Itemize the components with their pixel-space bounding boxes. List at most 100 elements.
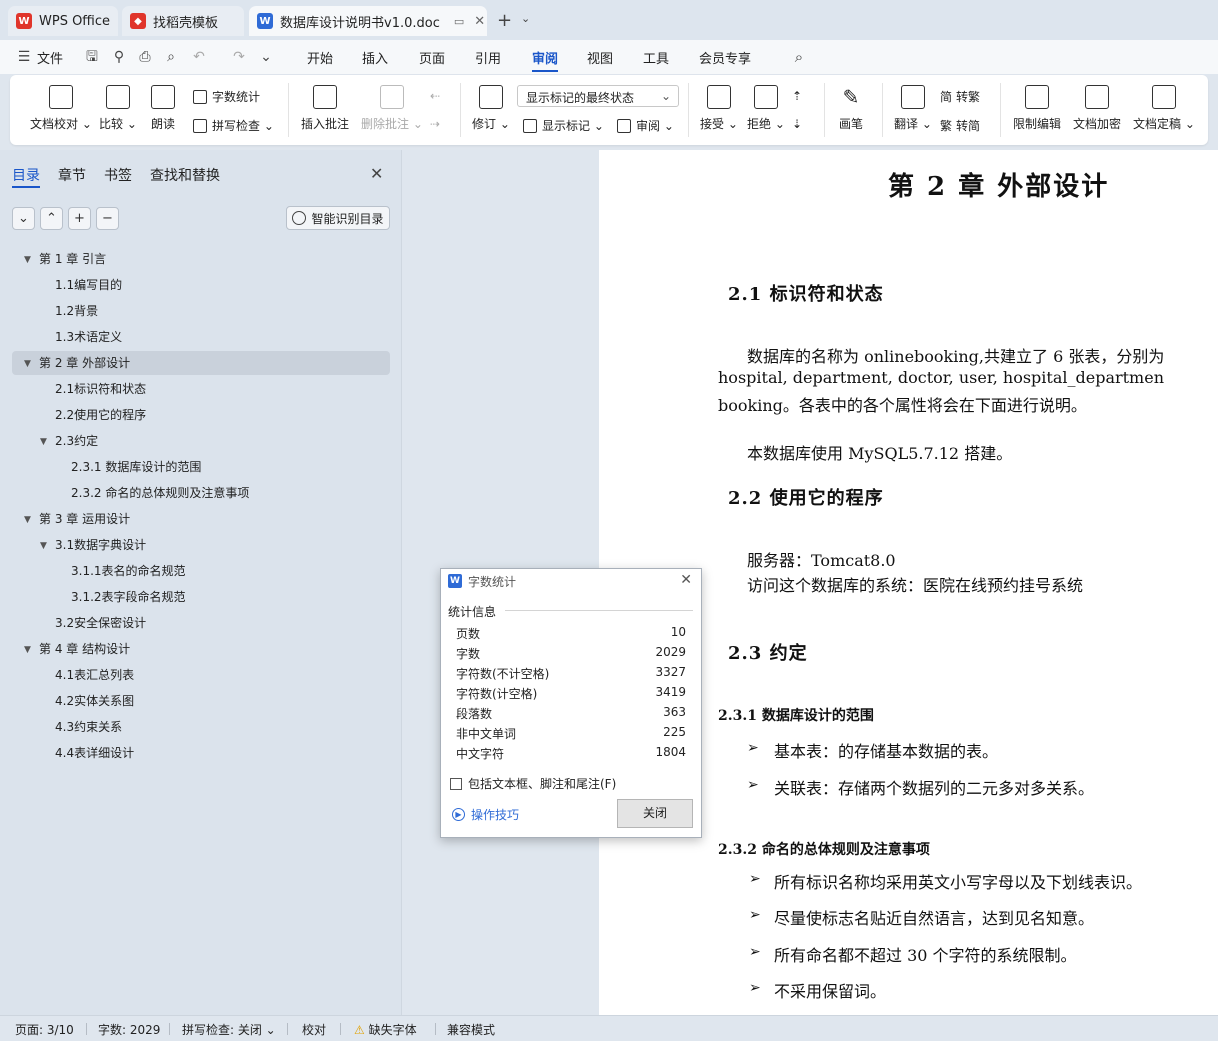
- chevron-down-icon[interactable]: ⌄: [521, 12, 530, 25]
- menu-review[interactable]: 审阅: [532, 48, 558, 67]
- search-icon[interactable]: ⌕: [791, 49, 807, 65]
- markup-state-select[interactable]: 显示标记的最终状态 ⌄: [517, 85, 679, 107]
- nav-tab-bookmarks[interactable]: 书签: [104, 165, 132, 185]
- next-revision-icon[interactable]: ⇣: [792, 117, 802, 131]
- toc-item[interactable]: 3.1数据字典设计: [55, 534, 146, 556]
- toc-item[interactable]: 1.2背景: [55, 300, 98, 322]
- review-pane-button[interactable]: 审阅 ⌄: [617, 117, 674, 134]
- undo-icon[interactable]: ↶: [191, 49, 207, 65]
- toc-item[interactable]: 3.2安全保密设计: [55, 612, 146, 634]
- revise-button[interactable]: 修订 ⌄: [472, 85, 510, 132]
- menu-insert[interactable]: 插入: [362, 48, 388, 67]
- translate-button[interactable]: 翻译 ⌄: [894, 85, 932, 132]
- dialog-title-bar[interactable]: W 字数统计: [441, 569, 701, 593]
- revise-icon: [478, 85, 503, 109]
- smart-toc-button[interactable]: 智能识别目录: [286, 206, 390, 230]
- page-indicator[interactable]: 页面: 3/10: [15, 1021, 74, 1038]
- expand-arrow-icon[interactable]: ▼: [24, 359, 31, 369]
- tab-document[interactable]: W 数据库设计说明书v1.0.doc ▭ ✕: [249, 6, 487, 36]
- toc-item[interactable]: 4.2实体关系图: [55, 690, 134, 712]
- toc-item[interactable]: 2.1标识符和状态: [55, 378, 146, 400]
- menu-page[interactable]: 页面: [419, 48, 445, 67]
- chevron-down-icon[interactable]: ⌄: [258, 49, 274, 65]
- doc-proofread-button[interactable]: 文档校对 ⌄: [30, 85, 92, 132]
- stat-label: 中文字符: [456, 747, 505, 761]
- toc-item[interactable]: 4.1表汇总列表: [55, 664, 134, 686]
- compare-button[interactable]: 比较 ⌄: [99, 85, 137, 132]
- nav-tab-sections[interactable]: 章节: [58, 165, 86, 185]
- toc-item[interactable]: 2.2使用它的程序: [55, 404, 146, 426]
- insert-comment-label: 插入批注: [301, 117, 350, 131]
- nav-tab-toc[interactable]: 目录: [12, 165, 40, 185]
- proofread-status[interactable]: 校对: [302, 1021, 326, 1038]
- prev-comment-icon[interactable]: ⇠: [430, 89, 440, 103]
- toc-item[interactable]: 4.4表详细设计: [55, 742, 134, 764]
- toc-item[interactable]: 3.1.2表字段命名规范: [71, 586, 186, 608]
- pen-button[interactable]: ✎ 画笔: [839, 85, 863, 132]
- menu-home[interactable]: 开始: [307, 48, 333, 67]
- print-icon[interactable]: ⎙: [137, 49, 153, 65]
- toc-item[interactable]: 1.3术语定义: [55, 326, 122, 348]
- toc-item[interactable]: 3.1.1表名的命名规范: [71, 560, 186, 582]
- translate-label: 翻译: [894, 117, 919, 131]
- menu-member[interactable]: 会员专享: [699, 48, 751, 67]
- close-icon[interactable]: ✕: [370, 164, 383, 183]
- tab-wps-office[interactable]: W WPS Office: [8, 6, 118, 36]
- toc-item[interactable]: 2.3约定: [55, 430, 98, 452]
- paragraph-line: booking。各表中的各个属性将会在下面进行说明。: [718, 396, 1087, 415]
- save-icon[interactable]: 🖫: [84, 49, 100, 65]
- toc-item[interactable]: 2.3.2 命名的总体规则及注意事项: [71, 482, 249, 504]
- expand-arrow-icon[interactable]: ▼: [24, 515, 31, 525]
- restrict-edit-button[interactable]: 限制编辑: [1013, 85, 1061, 132]
- word-count-button[interactable]: 字数统计: [193, 88, 260, 105]
- toc-item[interactable]: 第 1 章 引言: [39, 248, 106, 270]
- expand-arrow-icon[interactable]: ▼: [24, 645, 31, 655]
- include-textbox-checkbox[interactable]: 包括文本框、脚注和尾注(F): [450, 775, 616, 792]
- tips-link[interactable]: ▶ 操作技巧: [452, 806, 519, 823]
- remove-heading-button[interactable]: −: [96, 207, 119, 230]
- share-link-icon[interactable]: ⚲: [111, 49, 127, 65]
- toc-item[interactable]: 4.3约束关系: [55, 716, 122, 738]
- insert-comment-button[interactable]: 插入批注: [301, 85, 349, 132]
- expand-arrow-icon[interactable]: ▼: [40, 437, 47, 447]
- delete-comment-button[interactable]: 删除批注 ⌄: [361, 85, 423, 132]
- prev-revision-icon[interactable]: ⇡: [792, 89, 802, 103]
- hamburger-menu-icon[interactable]: ☰: [16, 49, 32, 65]
- toc-item[interactable]: 2.3.1 数据库设计的范围: [71, 456, 201, 478]
- window-mode-icon[interactable]: ▭: [454, 15, 464, 28]
- add-heading-button[interactable]: +: [68, 207, 91, 230]
- close-button[interactable]: 关闭: [617, 799, 693, 828]
- menu-tools[interactable]: 工具: [643, 48, 669, 67]
- menu-view[interactable]: 视图: [587, 48, 613, 67]
- word-count-status[interactable]: 字数: 2029: [98, 1021, 160, 1038]
- expand-arrow-icon[interactable]: ▼: [40, 541, 47, 551]
- menu-file[interactable]: 文件: [37, 48, 63, 67]
- collapse-up-button[interactable]: ⌃: [40, 207, 63, 230]
- spell-check-status[interactable]: 拼写检查: 关闭 ⌄: [182, 1021, 276, 1038]
- doc-finalize-button[interactable]: 文档定稿 ⌄: [1133, 85, 1195, 132]
- toc-item[interactable]: 1.1编写目的: [55, 274, 122, 296]
- close-tab-icon[interactable]: ✕: [474, 14, 485, 29]
- to-simplified-button[interactable]: 繁 转简: [940, 117, 980, 134]
- nav-tab-find-replace[interactable]: 查找和替换: [150, 165, 220, 185]
- next-comment-icon[interactable]: ⇢: [430, 117, 440, 131]
- to-traditional-button[interactable]: 简 转繁: [940, 88, 980, 105]
- doc-encrypt-button[interactable]: 文档加密: [1073, 85, 1121, 132]
- missing-font-status[interactable]: ⚠ 缺失字体: [354, 1021, 417, 1038]
- expand-arrow-icon[interactable]: ▼: [24, 255, 31, 265]
- spell-check-button[interactable]: 拼写检查 ⌄: [193, 117, 274, 134]
- show-markup-button[interactable]: 显示标记 ⌄: [523, 117, 604, 134]
- collapse-down-button[interactable]: ⌄: [12, 207, 35, 230]
- toc-item[interactable]: 第 2 章 外部设计: [39, 352, 130, 374]
- redo-icon[interactable]: ↷: [231, 49, 247, 65]
- tab-docer-templates[interactable]: ◆ 找稻壳模板: [122, 6, 244, 36]
- reject-button[interactable]: 拒绝 ⌄: [747, 85, 785, 132]
- accept-button[interactable]: 接受 ⌄: [700, 85, 738, 132]
- menu-reference[interactable]: 引用: [475, 48, 501, 67]
- new-tab-icon[interactable]: +: [497, 10, 512, 31]
- toc-item[interactable]: 第 3 章 运用设计: [39, 508, 130, 530]
- read-aloud-button[interactable]: 朗读: [151, 85, 175, 132]
- toc-item[interactable]: 第 4 章 结构设计: [39, 638, 130, 660]
- print-preview-icon[interactable]: ⌕: [163, 49, 179, 65]
- close-icon[interactable]: ✕: [680, 572, 692, 588]
